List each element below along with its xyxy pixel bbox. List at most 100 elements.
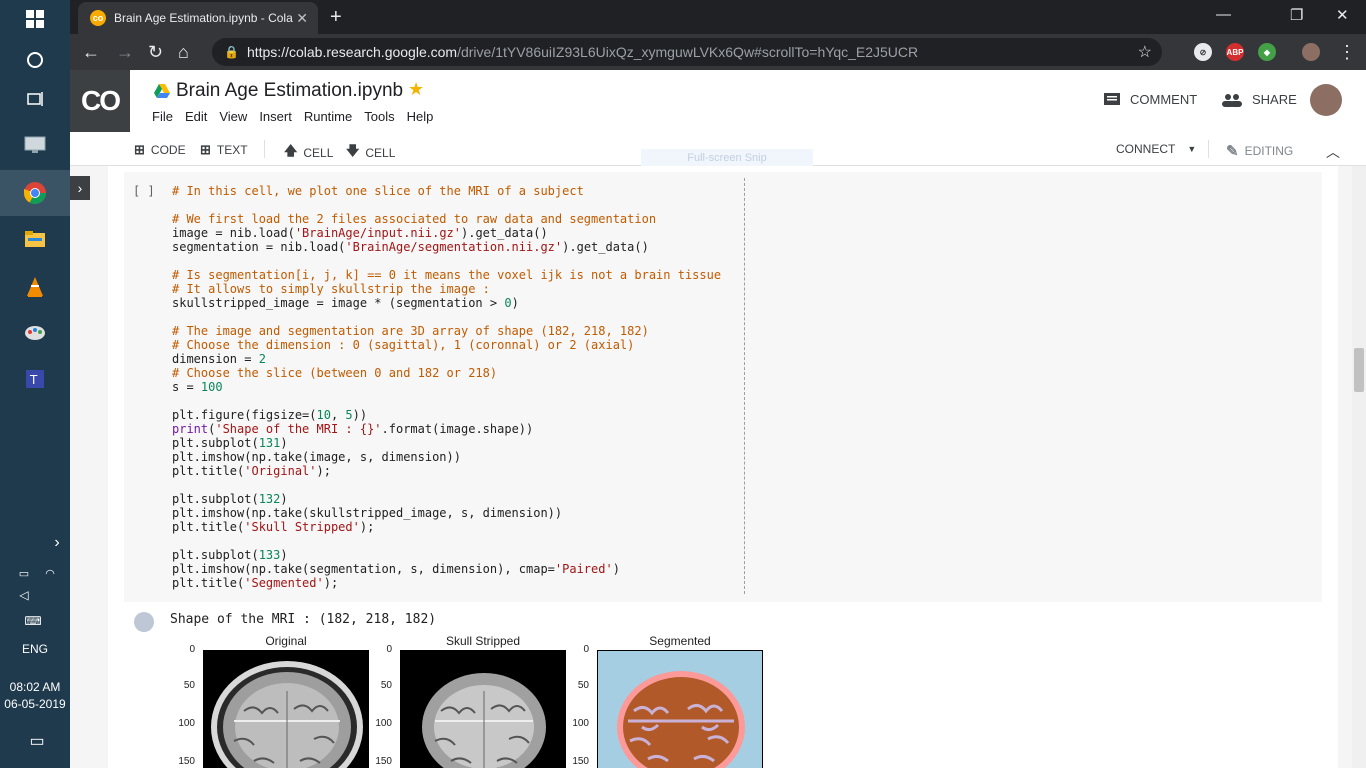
editor-app-icon[interactable]: T <box>18 362 52 396</box>
menu-runtime[interactable]: Runtime <box>304 109 352 124</box>
output-text: Shape of the MRI : (182, 218, 182) <box>170 612 437 627</box>
notebook-title[interactable]: Brain Age Estimation.ipynb <box>176 80 403 102</box>
home-icon[interactable]: ⌂ <box>178 42 189 63</box>
colab-logo[interactable]: CO <box>70 70 130 132</box>
column-guide <box>744 178 745 594</box>
minimize-icon[interactable]: — <box>1216 6 1231 23</box>
move-cell-down-label: CELL <box>365 146 396 160</box>
address-bar[interactable]: 🔒 https://colab.research.google.com/driv… <box>212 38 1162 66</box>
code-cell[interactable]: [ ] # In this cell, we plot one slice of… <box>124 172 1322 602</box>
file-explorer-icon[interactable] <box>18 222 52 256</box>
adblock-extension-icon[interactable]: ABP <box>1226 43 1244 61</box>
star-icon[interactable]: ★ <box>408 79 424 100</box>
forward-icon[interactable]: → <box>116 42 134 63</box>
chevron-right-icon[interactable]: › <box>40 526 74 560</box>
browser-tab-title: Brain Age Estimation.ipynb - Cola <box>114 11 293 25</box>
notebook-area: › [ ] # In this cell, we plot one slice … <box>70 166 1366 768</box>
y-tick-label: 100 <box>572 718 589 729</box>
caret-down-icon: ▼ <box>1187 144 1197 154</box>
plus-icon: ⊞ <box>134 142 145 157</box>
plus-icon: ⊞ <box>200 142 211 157</box>
add-text-label: TEXT <box>216 143 248 157</box>
editing-mode-button[interactable]: ✎ EDITING <box>1226 142 1293 160</box>
google-drive-icon[interactable] <box>154 84 170 98</box>
code-editor[interactable]: # In this cell, we plot one slice of the… <box>172 184 721 590</box>
comment-label: COMMENT <box>1130 92 1198 107</box>
svg-text:T: T <box>29 373 38 387</box>
arrow-down-icon: 🡇 <box>346 143 360 158</box>
menu-help[interactable]: Help <box>407 109 434 124</box>
vlc-icon[interactable] <box>18 270 52 304</box>
comment-icon <box>1104 92 1120 105</box>
menu-tools[interactable]: Tools <box>364 109 394 124</box>
run-cell-button[interactable]: [ ] <box>133 184 155 198</box>
mri-skull-stripped-image <box>400 650 566 768</box>
back-icon[interactable]: ← <box>82 42 100 63</box>
scrollbar-thumb[interactable] <box>1354 348 1364 392</box>
new-tab-icon[interactable]: + <box>330 6 342 29</box>
menu-view[interactable]: View <box>219 109 247 124</box>
bookmark-star-icon[interactable]: ☆ <box>1138 42 1152 62</box>
y-tick-label: 150 <box>375 756 392 767</box>
mri-segmented-image <box>597 650 763 768</box>
sidebar-toggle-icon[interactable]: › <box>70 176 90 200</box>
task-view-icon[interactable] <box>18 82 52 116</box>
chrome-menu-icon[interactable]: ⋮ <box>1338 42 1356 63</box>
notebook-title-container: Brain Age Estimation.ipynb <box>154 80 403 102</box>
share-button[interactable]: SHARE <box>1222 92 1297 107</box>
connect-button[interactable]: CONNECT ▼ <box>1116 142 1196 156</box>
y-tick-label: 150 <box>178 756 195 767</box>
page-scrollbar[interactable] <box>1352 166 1366 768</box>
comment-button[interactable]: COMMENT <box>1104 92 1197 107</box>
clock-time[interactable]: 08:02 AM <box>0 680 70 694</box>
close-window-icon[interactable]: ✕ <box>1336 6 1349 24</box>
connect-label: CONNECT <box>1116 142 1176 156</box>
wifi-icon[interactable]: ◠ <box>40 556 60 590</box>
notebook-body: [ ] # In this cell, we plot one slice of… <box>108 166 1338 768</box>
subplot-title: Segmented <box>649 634 711 648</box>
clock-date[interactable]: 06-05-2019 <box>0 697 70 711</box>
windows-start-icon[interactable] <box>18 2 52 36</box>
reload-icon[interactable]: ↻ <box>148 42 163 63</box>
block-extension-icon[interactable]: ⊘ <box>1194 43 1212 61</box>
browser-tab[interactable]: co Brain Age Estimation.ipynb - Cola ✕ <box>78 2 318 34</box>
restore-icon[interactable]: ❐ <box>1290 6 1303 24</box>
y-tick-label: 50 <box>577 680 589 691</box>
avatar[interactable] <box>1310 84 1342 116</box>
move-cell-up-button[interactable]: 🡅 CELL <box>284 142 333 164</box>
collapse-header-icon[interactable]: ︿ <box>1326 142 1340 162</box>
extension-icon[interactable]: ◆ <box>1258 43 1276 61</box>
keyboard-icon[interactable]: ⌨ <box>18 604 48 638</box>
mri-original-image <box>203 650 369 768</box>
windows-taskbar: T › ▭ ◠ ◁ ⌨ ENG 08:02 AM 06-05-2019 ▭ <box>0 0 70 768</box>
colab-favicon-icon: co <box>90 10 106 26</box>
notifications-icon[interactable]: ▭ <box>20 724 54 758</box>
menu-file[interactable]: File <box>152 109 173 124</box>
menu-insert[interactable]: Insert <box>259 109 292 124</box>
paint-app-icon[interactable] <box>18 316 52 350</box>
cell-output: Shape of the MRI : (182, 218, 182) Origi… <box>124 606 1322 768</box>
profile-icon[interactable] <box>1302 43 1320 61</box>
move-cell-down-button[interactable]: 🡇 CELL <box>346 142 395 164</box>
browser-toolbar: ← → ↻ ⌂ 🔒 https://colab.research.google.… <box>70 34 1366 70</box>
add-code-label: CODE <box>150 143 186 157</box>
subplot-title: Original <box>265 634 307 648</box>
lock-icon: 🔒 <box>224 45 239 59</box>
language-indicator[interactable]: ENG <box>0 642 70 656</box>
notebook-toolbar: ⊞ CODE ⊞ TEXT 🡅 CELL 🡇 CELL Full-screen … <box>70 132 1366 169</box>
output-avatar-icon[interactable] <box>134 612 154 632</box>
add-text-button[interactable]: ⊞ TEXT <box>200 142 248 158</box>
url-host: https://colab.research.google.com <box>246 44 458 60</box>
cortana-icon[interactable] <box>18 43 52 77</box>
monitor-app-icon[interactable] <box>18 128 52 162</box>
move-cell-up-label: CELL <box>303 146 334 160</box>
close-tab-icon[interactable]: ✕ <box>296 10 308 27</box>
chrome-taskbar-icon[interactable] <box>0 170 70 216</box>
menu-edit[interactable]: Edit <box>185 109 207 124</box>
share-label: SHARE <box>1252 92 1297 107</box>
url-path: /drive/1tYV86uiIZ93L6UixQz_xymguwLVKx6Qw… <box>457 44 919 60</box>
toolbar-divider <box>1208 140 1209 158</box>
y-tick-label: 100 <box>375 718 392 729</box>
pencil-icon: ✎ <box>1226 143 1239 160</box>
add-code-button[interactable]: ⊞ CODE <box>134 142 186 158</box>
